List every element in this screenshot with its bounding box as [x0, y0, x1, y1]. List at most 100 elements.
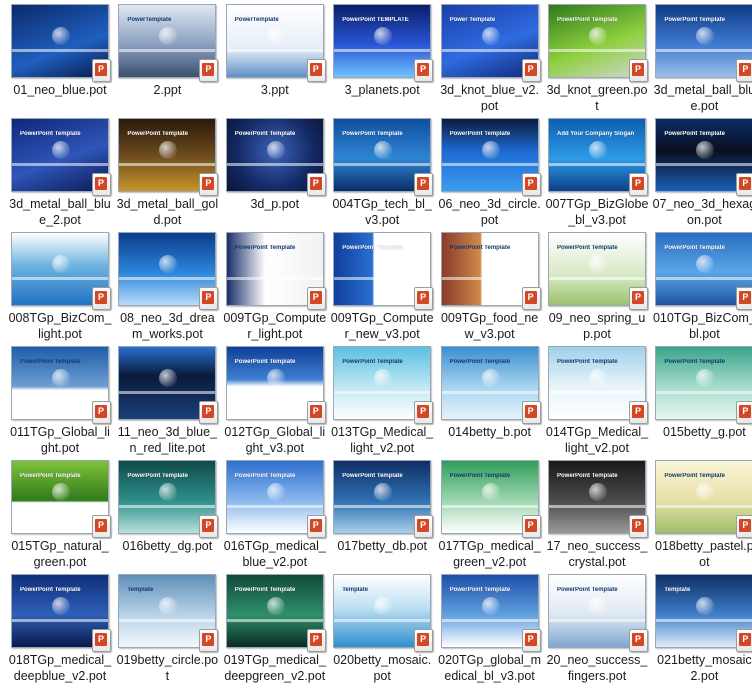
file-name[interactable]: 019betty_circle.pot [115, 652, 219, 684]
thumbnail-band [226, 391, 323, 394]
file-name[interactable]: 3d_knot_green.pot [545, 82, 649, 114]
file-name[interactable]: 20_neo_success_fingers.pot [545, 652, 649, 684]
file-name[interactable]: 017TGp_medical_green_v2.pot [438, 538, 542, 570]
file-name[interactable]: 01_neo_blue.pot [8, 82, 112, 98]
thumbnail-band [334, 49, 431, 52]
thumbnail-graphic [696, 597, 715, 615]
thumbnail-graphic [266, 255, 285, 273]
thumbnail-title: PowerPoint Template [557, 587, 618, 593]
powerpoint-icon-letter: P [420, 406, 427, 416]
thumbnail-graphic [589, 255, 607, 273]
thumbnail-graphic [481, 369, 500, 387]
file-name[interactable]: 07_neo_3d_hexagon.pot [652, 196, 752, 228]
thumbnail-title: PowerPoint Template [127, 473, 188, 479]
powerpoint-icon: P [199, 515, 219, 538]
file-name[interactable]: 3d_metal_ball_blue_2.pot [8, 196, 112, 228]
file-name[interactable]: 020betty_mosaic.pot [330, 652, 434, 684]
file-name[interactable]: 015TGp_natural_green.pot [8, 538, 112, 570]
thumbnail-title: Add Your Company Slogan [557, 131, 635, 137]
thumbnail-graphic [159, 255, 178, 273]
file-name[interactable]: 014betty_b.pot [438, 424, 542, 440]
thumbnail-band [656, 163, 752, 166]
powerpoint-icon-letter: P [634, 634, 641, 644]
powerpoint-icon: P [736, 287, 752, 310]
thumbnail-title: PowerPoint Template [234, 587, 296, 593]
thumbnail-title: Template [127, 587, 154, 593]
powerpoint-icon-letter: P [97, 520, 104, 530]
file-name[interactable]: 009TGp_food_new_v3.pot [438, 310, 542, 342]
thumbnail-band [119, 277, 216, 280]
powerpoint-icon-letter: P [205, 634, 212, 644]
file-name[interactable]: 3d_knot_blue_v2.pot [438, 82, 542, 114]
powerpoint-icon: P [306, 401, 326, 424]
file-name[interactable]: 021betty_mosaic2.pot [652, 652, 752, 684]
file-name[interactable]: 016TGp_medical_blue_v2.pot [223, 538, 327, 570]
thumbnail-graphic [589, 369, 607, 387]
file-name[interactable]: 012TGp_Global_light_v3.pot [223, 424, 327, 456]
thumbnail-graphic [52, 597, 70, 615]
thumbnail-band [334, 505, 431, 508]
file-name[interactable]: 11_neo_3d_blue_n_red_lite.pot [115, 424, 219, 456]
file-name[interactable]: 015betty_g.pot [652, 424, 752, 440]
thumbnail-title: PowerPoint Template [20, 587, 81, 593]
thumbnail-graphic [159, 141, 178, 159]
powerpoint-icon: P [92, 59, 111, 82]
file-name[interactable]: 013TGp_Medical_light_v2.pot [330, 424, 434, 456]
file-name[interactable]: 3.ppt [223, 82, 327, 98]
powerpoint-icon: P [629, 287, 648, 310]
file-name[interactable]: 004TGp_tech_bl_v3.pot [330, 196, 434, 228]
thumbnail-band [12, 49, 108, 52]
file-name[interactable]: 2.ppt [115, 82, 219, 98]
thumbnail-title: PowerPoint Template [664, 131, 725, 137]
file-name[interactable]: 3d_metal_ball_gold.pot [115, 196, 219, 228]
file-name[interactable]: 020TGp_global_medical_bl_v3.pot [438, 652, 542, 684]
file-name[interactable]: 007TGp_BizGlobe_bl_v3.pot [545, 196, 649, 228]
powerpoint-icon: P [199, 173, 219, 196]
file-name[interactable]: 06_neo_3d_circle.pot [438, 196, 542, 228]
file-name[interactable]: 018TGp_medical_deepblue_v2.pot [8, 652, 112, 684]
powerpoint-icon-letter: P [634, 178, 641, 188]
thumbnail-band [656, 619, 752, 622]
powerpoint-icon-letter: P [97, 406, 104, 416]
thumbnail-graphic [266, 141, 285, 159]
thumbnail-title: PowerPoint Template [557, 473, 618, 479]
thumbnail-band [441, 505, 538, 508]
powerpoint-icon: P [521, 287, 541, 310]
file-name[interactable]: 016betty_dg.pot [115, 538, 219, 554]
thumbnail-band [12, 505, 108, 508]
powerpoint-icon: P [414, 173, 434, 196]
file-name[interactable]: 3d_metal_ball_blue.pot [652, 82, 752, 114]
thumbnail-graphic [696, 141, 715, 159]
thumbnail-graphic [374, 369, 393, 387]
thumbnail-band [226, 49, 323, 52]
file-name[interactable]: 017betty_db.pot [330, 538, 434, 554]
file-name[interactable]: 014TGp_Medical_light_v2.pot [545, 424, 649, 456]
thumbnail-band [12, 391, 108, 394]
thumbnail-graphic [52, 27, 70, 45]
file-name[interactable]: 17_neo_success_crystal.pot [545, 538, 649, 570]
thumbnail-graphic [696, 255, 715, 273]
file-name[interactable]: 010TGp_BizCom_bl.pot [652, 310, 752, 342]
powerpoint-icon: P [199, 629, 219, 652]
file-name[interactable]: 009TGp_Computer_light.pot [223, 310, 327, 342]
powerpoint-icon: P [736, 401, 752, 424]
file-name[interactable]: 09_neo_spring_up.pot [545, 310, 649, 342]
powerpoint-icon: P [629, 515, 648, 538]
file-name[interactable]: 011TGp_Global_light.pot [8, 424, 112, 456]
thumbnail-title: PowerPoint Template [342, 245, 403, 251]
thumbnail-band [12, 163, 108, 166]
file-name[interactable]: 3_planets.pot [330, 82, 434, 98]
powerpoint-icon-letter: P [527, 406, 534, 416]
powerpoint-icon-letter: P [742, 520, 749, 530]
file-name[interactable]: 008TGp_BizCom_light.pot [8, 310, 112, 342]
file-name[interactable]: 018betty_pastel.pot [652, 538, 752, 570]
file-name[interactable]: 3d_p.pot [223, 196, 327, 212]
thumbnail-graphic [266, 597, 285, 615]
file-name[interactable]: 019TGp_medical_deepgreen_v2.pot [223, 652, 327, 684]
powerpoint-icon: P [92, 401, 111, 424]
powerpoint-icon-letter: P [742, 178, 749, 188]
powerpoint-icon: P [521, 401, 541, 424]
file-name[interactable]: 009TGp_Computer_new_v3.pot [330, 310, 434, 342]
file-name[interactable]: 08_neo_3d_dream_works.pot [115, 310, 219, 342]
thumbnail-title: PowerPoint Template [20, 359, 81, 365]
